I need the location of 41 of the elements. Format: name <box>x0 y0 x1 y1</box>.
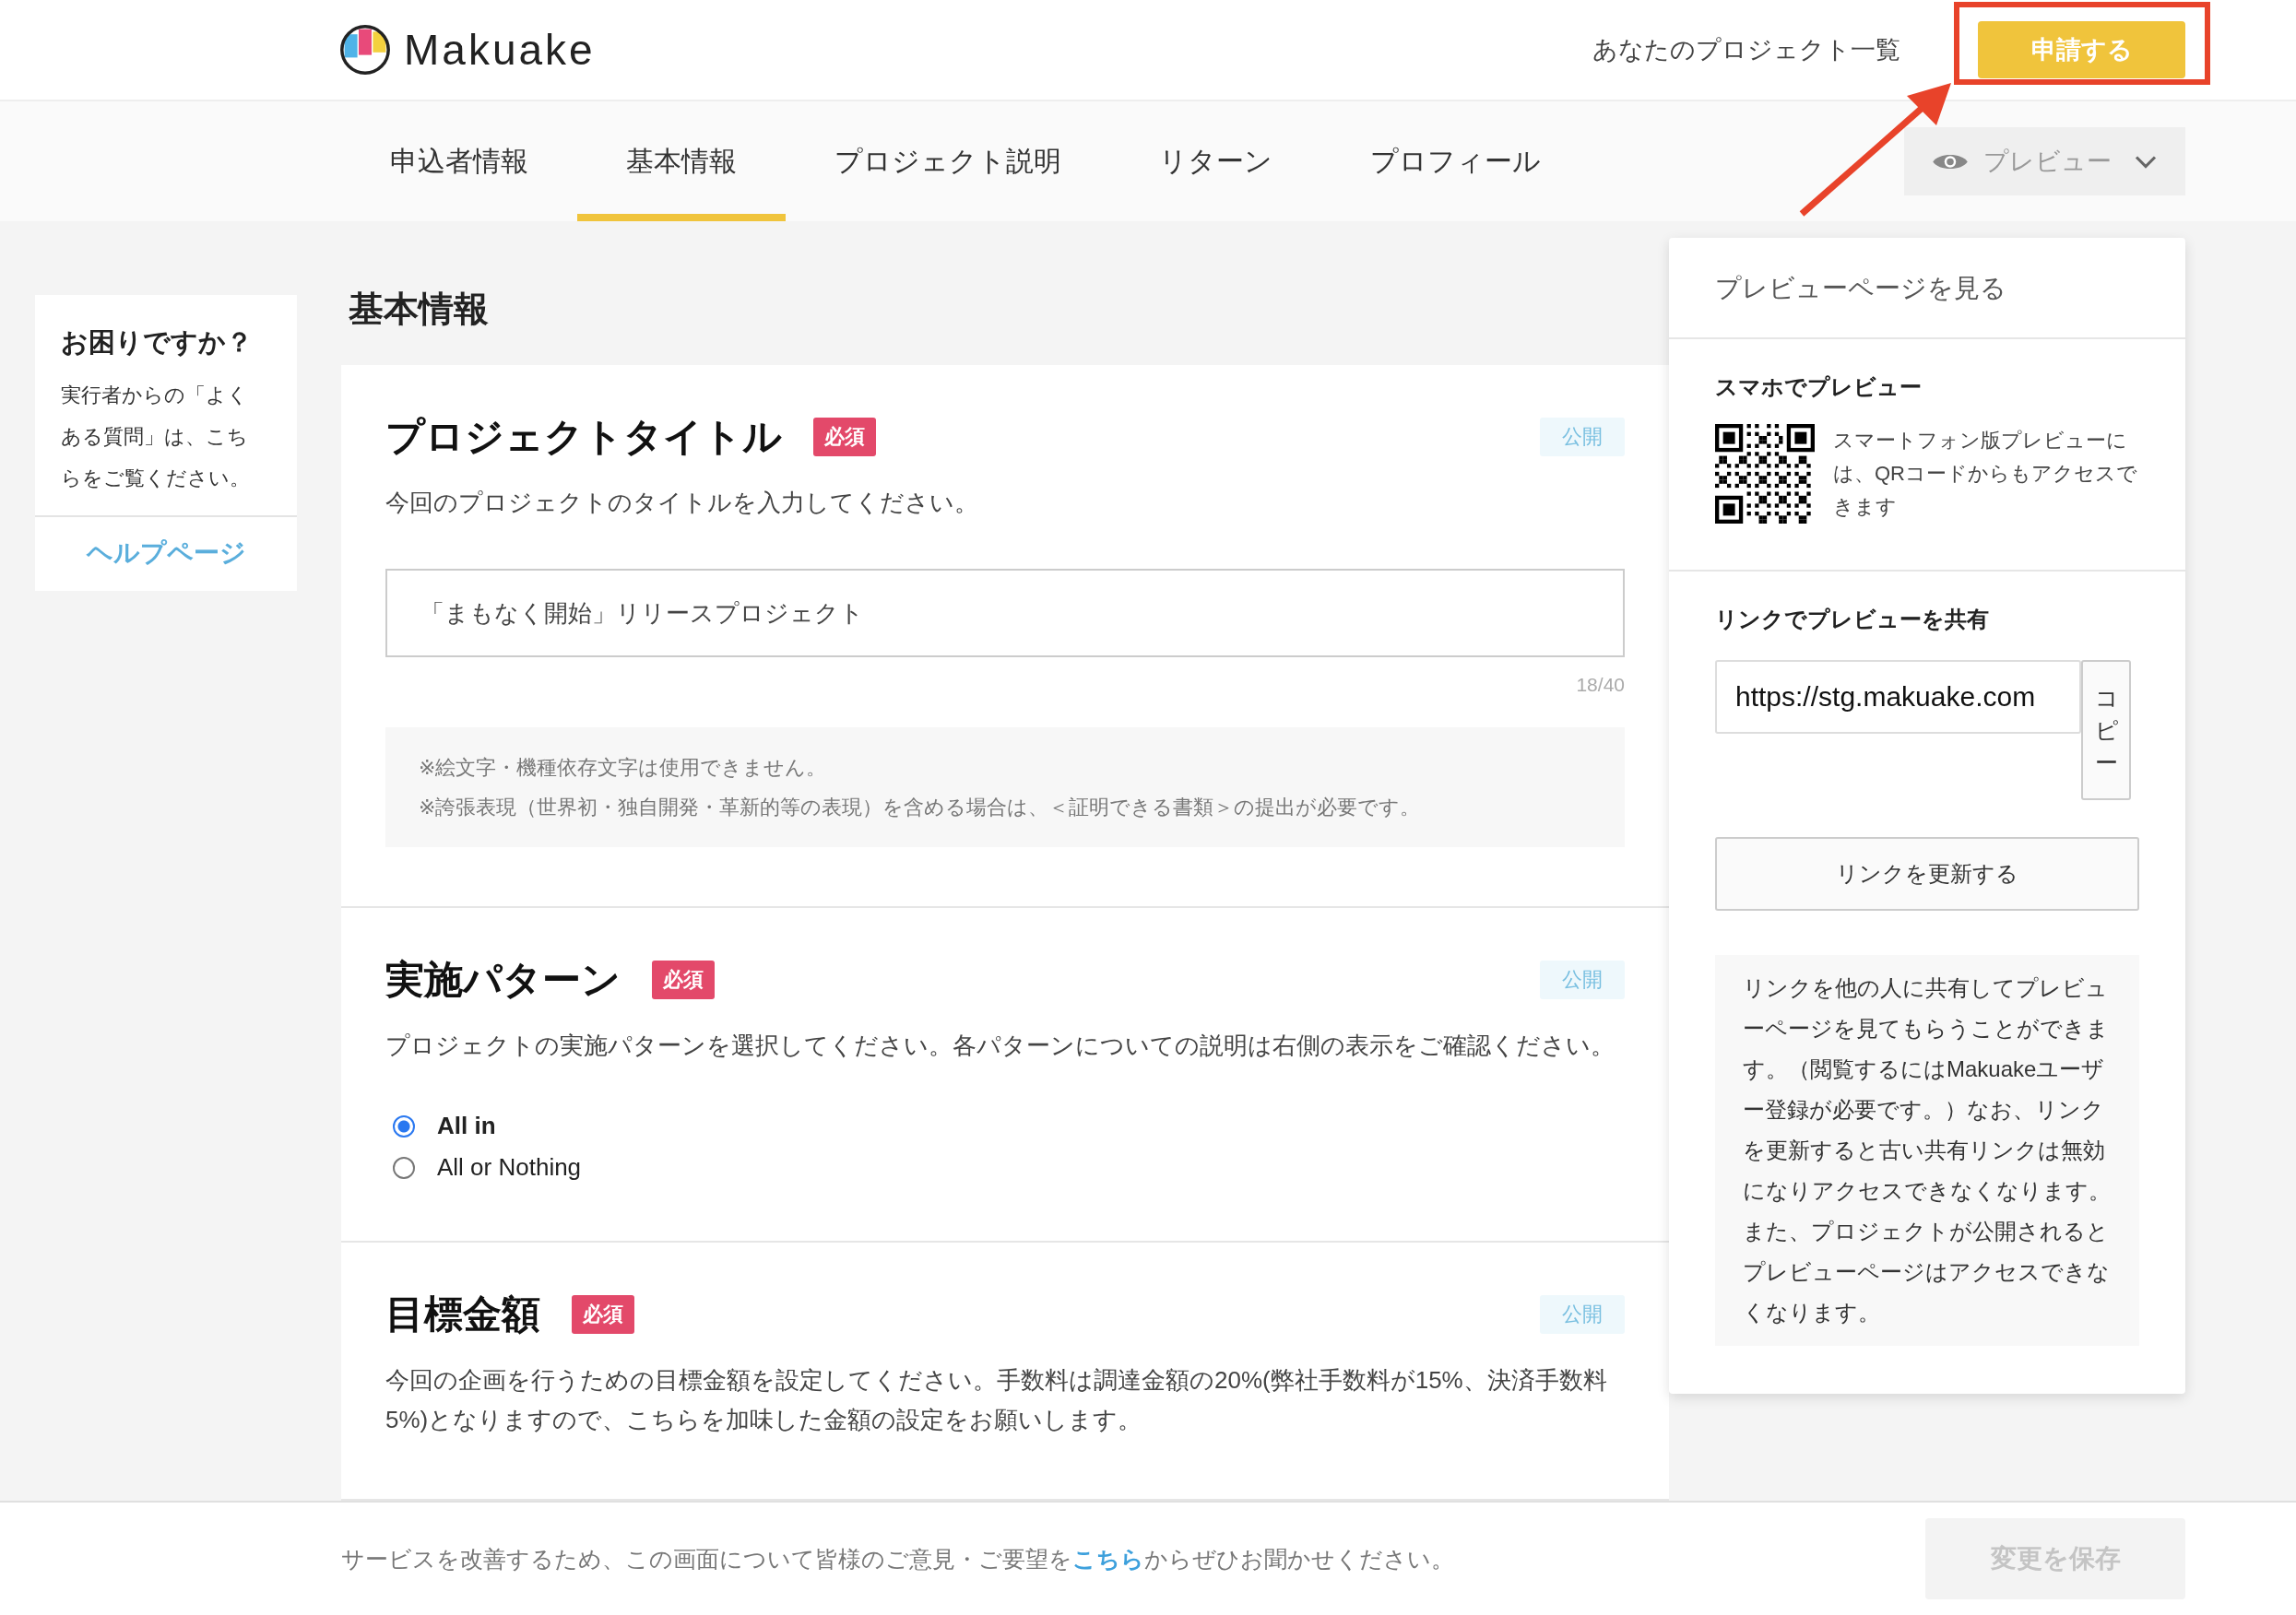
section-description: 今回の企画を行うための目標金額を設定してください。手数料は調達金額の20%(弊社手数料が15%、決済手数料5%)となりますので、こちらを加味した金額の設定をお願いします。 <box>385 1365 1608 1435</box>
section-title: プロジェクトタイトル <box>385 414 782 460</box>
radio-label[interactable]: All in <box>437 1112 496 1140</box>
url-field[interactable]: https://stg.makuake.com <box>1715 660 2081 734</box>
required-badge: 必須 <box>652 961 715 999</box>
radio-label[interactable]: All or Nothing <box>437 1153 582 1182</box>
note-text: ※絵文字・機種依存文字は使用できません。 <box>419 755 828 781</box>
section-description: 今回のプロジェクトのタイトルを入力してください。 <box>385 488 979 518</box>
required-badge: 必須 <box>813 418 876 456</box>
visibility-badge: 公開 <box>1540 1295 1625 1334</box>
feedback-text: サービスを改善するため、この画面について皆様のご意見・ご要望をこちらからぜひお聞かせください。 <box>341 1544 1454 1574</box>
nav-tab[interactable]: リターン <box>1110 101 1321 221</box>
required-badge: 必須 <box>572 1295 634 1334</box>
nav-tab[interactable]: プロジェクト説明 <box>786 101 1110 221</box>
section-description: プロジェクトの実施パターンを選択してください。各パターンについての説明は右側の表示をご確認ください。 <box>385 1031 1615 1061</box>
update-link-button[interactable]: リンクを更新する <box>1715 837 2139 911</box>
section-title: 目標金額 <box>385 1291 540 1338</box>
radio-button[interactable] <box>393 1114 415 1138</box>
help-text: 実行者からの「よくある質問」は、こちらをご覧ください。 <box>61 383 251 491</box>
nav-tab[interactable]: 基本情報 <box>577 101 786 221</box>
qr-description: スマートフォン版プレビューには、QRコードからもアクセスできます <box>1833 428 2138 520</box>
visibility-badge: 公開 <box>1540 418 1625 456</box>
visibility-badge: 公開 <box>1540 961 1625 999</box>
logo-icon <box>339 24 391 76</box>
nav-tab[interactable]: プロフィール <box>1321 101 1590 221</box>
share-title: リンクでプレビューを共有 <box>1715 606 1990 633</box>
projects-link[interactable]: あなたのプロジェクト一覧 <box>1592 33 1900 66</box>
copy-button[interactable]: コピー <box>2081 660 2131 800</box>
note-text: ※誇張表現（世界初・独自開発・革新的等の表現）を含める場合は、＜証明できる書類＞の提出が必要です。 <box>419 795 1422 820</box>
chevron-down-icon <box>2134 154 2158 169</box>
nav-tab[interactable]: 申込者情報 <box>341 101 577 221</box>
section-title: 実施パターン <box>385 957 621 1003</box>
preview-page-link[interactable]: プレビューページを見る <box>1669 238 2185 339</box>
page-title: 基本情報 <box>349 289 490 330</box>
info-text: リンクを他の人に共有してプレビューページを見てもらうことができます。（閲覧するにはMakuakeユーザー登録が必要です。）なお、リンクを更新すると古い共有リンクは無効になりアクセスできなくなります。また、プロジェクトが公開されるとプレビューページはアクセスできなくなります。 <box>1743 974 2112 1326</box>
logo-text[interactable]: Makuake <box>404 25 596 75</box>
help-title: お困りですか？ <box>61 326 254 359</box>
char-counter: 18/40 <box>1575 674 1625 696</box>
mobile-preview-title: スマホでプレビュー <box>1715 373 1923 401</box>
title-input[interactable]: 「まもなく開始」リリースプロジェクト <box>385 569 1625 657</box>
radio-button[interactable] <box>393 1156 415 1179</box>
